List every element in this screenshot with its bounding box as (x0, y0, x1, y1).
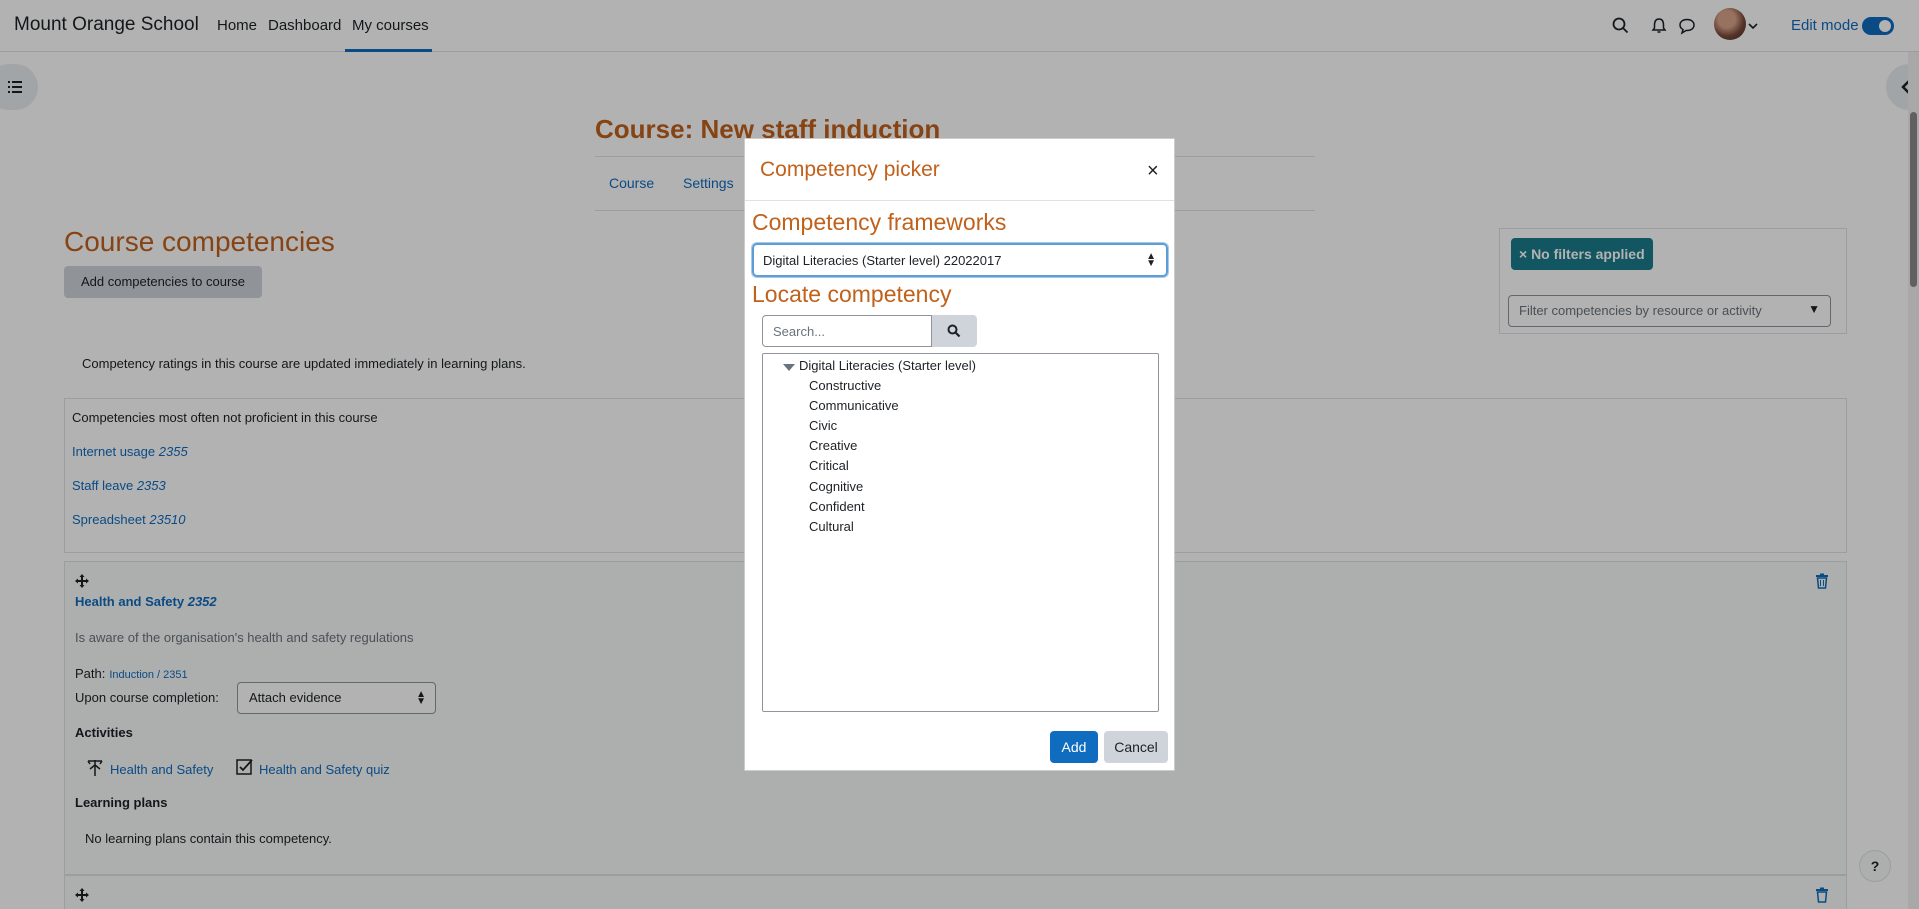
tree-item[interactable]: Communicative (809, 398, 899, 413)
tree-item[interactable]: Critical (809, 458, 849, 473)
cancel-button[interactable]: Cancel (1104, 731, 1168, 763)
modal-title: Competency picker (760, 158, 940, 181)
frameworks-heading: Competency frameworks (752, 209, 1007, 235)
divider (745, 200, 1174, 201)
tree-item[interactable]: Cultural (809, 519, 854, 534)
tree-item[interactable]: Cognitive (809, 479, 863, 494)
tree-item[interactable]: Constructive (809, 378, 881, 393)
locate-heading: Locate competency (752, 281, 952, 307)
collapse-triangle-icon[interactable] (783, 364, 795, 371)
search-button[interactable] (932, 315, 977, 347)
search-input[interactable]: Search... (762, 315, 932, 347)
search-icon (947, 324, 961, 338)
close-icon[interactable]: × (1147, 161, 1159, 181)
tree-root[interactable]: Digital Literacies (Starter level) (799, 358, 976, 373)
tree-item[interactable]: Creative (809, 438, 857, 453)
competency-tree: Digital Literacies (Starter level) Const… (762, 353, 1159, 712)
competency-picker-modal: Competency picker × Competency framework… (744, 138, 1175, 771)
tree-item[interactable]: Civic (809, 418, 837, 433)
select-caret-icon: ▲ ▼ (1146, 251, 1156, 269)
framework-select[interactable]: Digital Literacies (Starter level) 22022… (752, 243, 1168, 277)
tree-item[interactable]: Confident (809, 499, 865, 514)
framework-select-value: Digital Literacies (Starter level) 22022… (763, 253, 1002, 268)
add-button[interactable]: Add (1050, 731, 1098, 763)
